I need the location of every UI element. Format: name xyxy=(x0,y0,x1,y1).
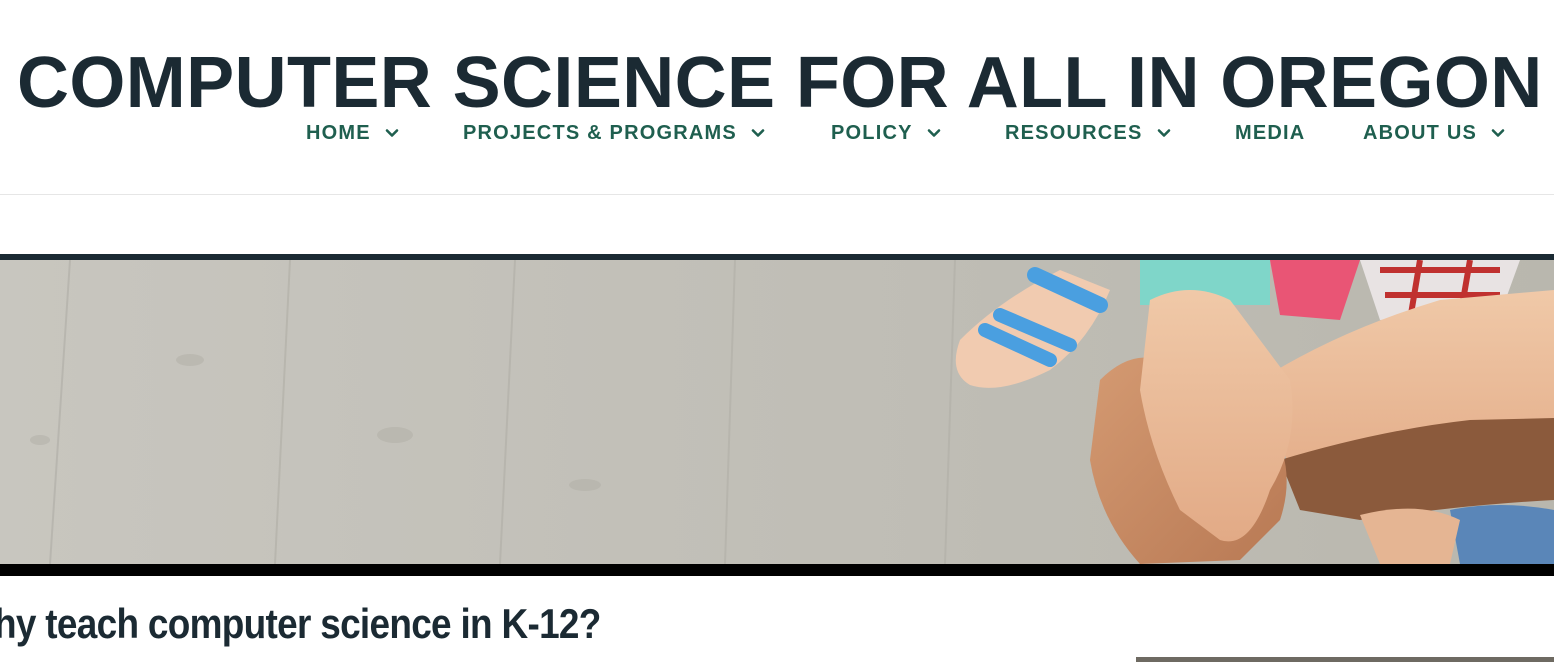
nav-item-label: ABOUT US xyxy=(1363,121,1478,144)
nav-item-label: RESOURCES xyxy=(1005,121,1143,144)
chevron-down-icon xyxy=(1491,126,1505,140)
site-title[interactable]: COMPUTER SCIENCE FOR ALL IN OREGON xyxy=(17,42,1543,124)
nav-item-label: PROJECTS & PROGRAMS xyxy=(463,121,737,144)
nav-item-label: HOME xyxy=(306,121,371,144)
nav-item-projects-programs[interactable]: PROJECTS & PROGRAMS xyxy=(463,119,765,147)
main-nav: HOME PROJECTS & PROGRAMS POLICY RESOURCE… xyxy=(0,119,1554,147)
site-header: COMPUTER SCIENCE FOR ALL IN OREGON HOME … xyxy=(0,0,1554,195)
chevron-down-icon xyxy=(751,126,765,140)
sidebar-image xyxy=(1136,657,1554,662)
nav-item-about-us[interactable]: ABOUT US xyxy=(1363,119,1505,147)
chevron-down-icon xyxy=(1157,126,1171,140)
nav-item-home[interactable]: HOME xyxy=(306,119,399,147)
section-heading: hy teach computer science in K-12? xyxy=(0,600,601,647)
nav-item-label: POLICY xyxy=(831,121,913,144)
nav-item-resources[interactable]: RESOURCES xyxy=(1005,119,1171,147)
chevron-down-icon xyxy=(927,126,941,140)
nav-item-media[interactable]: MEDIA xyxy=(1235,119,1305,147)
nav-item-label: MEDIA xyxy=(1235,121,1306,144)
nav-item-policy[interactable]: POLICY xyxy=(831,119,941,147)
hero-image xyxy=(0,260,1554,564)
hero-banner xyxy=(0,254,1554,576)
chevron-down-icon xyxy=(385,126,399,140)
